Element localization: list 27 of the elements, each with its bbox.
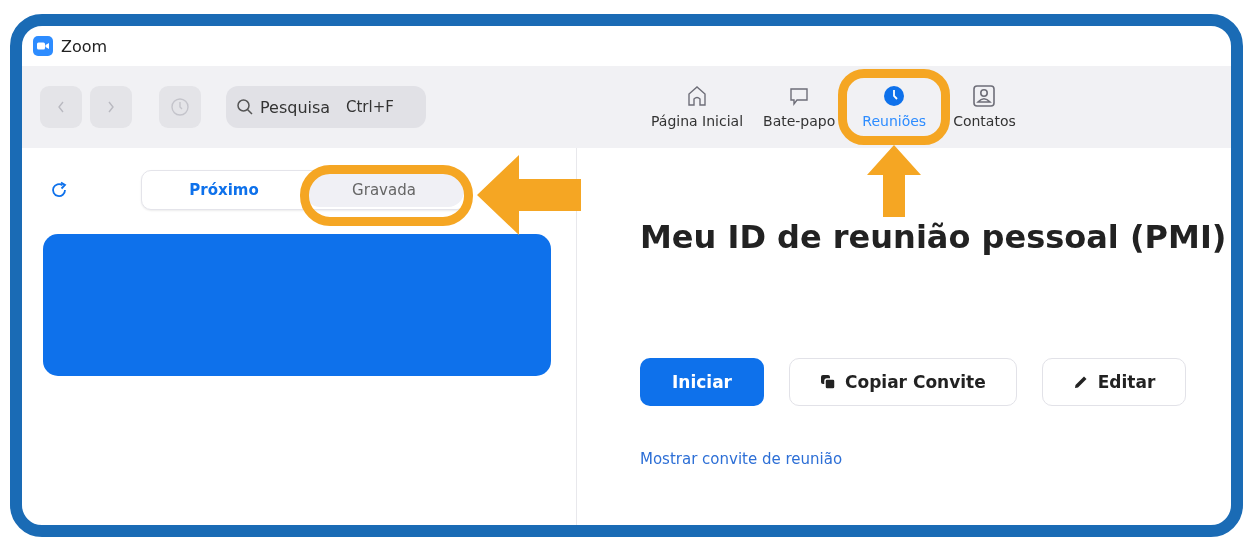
heading: Meu ID de reunião pessoal (PMI) [640, 218, 1228, 256]
chevron-left-icon [56, 100, 66, 114]
invitation-link[interactable]: Mostrar convite de reunião [640, 450, 843, 468]
search-icon [236, 98, 254, 116]
window-title: Zoom [61, 36, 108, 56]
annotation-arrow [867, 145, 922, 217]
nav-tab[interactable]: Bate-papo [760, 81, 839, 133]
copy-icon [820, 374, 836, 390]
pencil-icon [1072, 374, 1089, 390]
nav-tab[interactable]: Contatos [950, 81, 1019, 133]
camera-icon [33, 36, 53, 56]
nav-tab[interactable]: Página Inicial [648, 81, 747, 133]
clock-icon [883, 85, 906, 107]
history-button[interactable] [159, 86, 201, 128]
clock-icon [169, 96, 191, 118]
shortcut-hint: Ctrl+F [346, 98, 394, 116]
back-button[interactable] [40, 86, 82, 128]
contact-card-icon [973, 85, 996, 107]
start-button[interactable]: Iniciar [640, 358, 764, 406]
home-icon [686, 85, 708, 107]
search-field[interactable]: Pesquisa [260, 97, 340, 117]
chat-bubble-icon [788, 85, 811, 107]
edit-button[interactable]: Editar [1041, 358, 1187, 406]
chevron-right-icon [106, 100, 116, 114]
copy-button[interactable]: Copiar Convite [789, 358, 1017, 406]
forward-button[interactable] [90, 86, 132, 128]
refresh-icon[interactable] [49, 180, 69, 200]
